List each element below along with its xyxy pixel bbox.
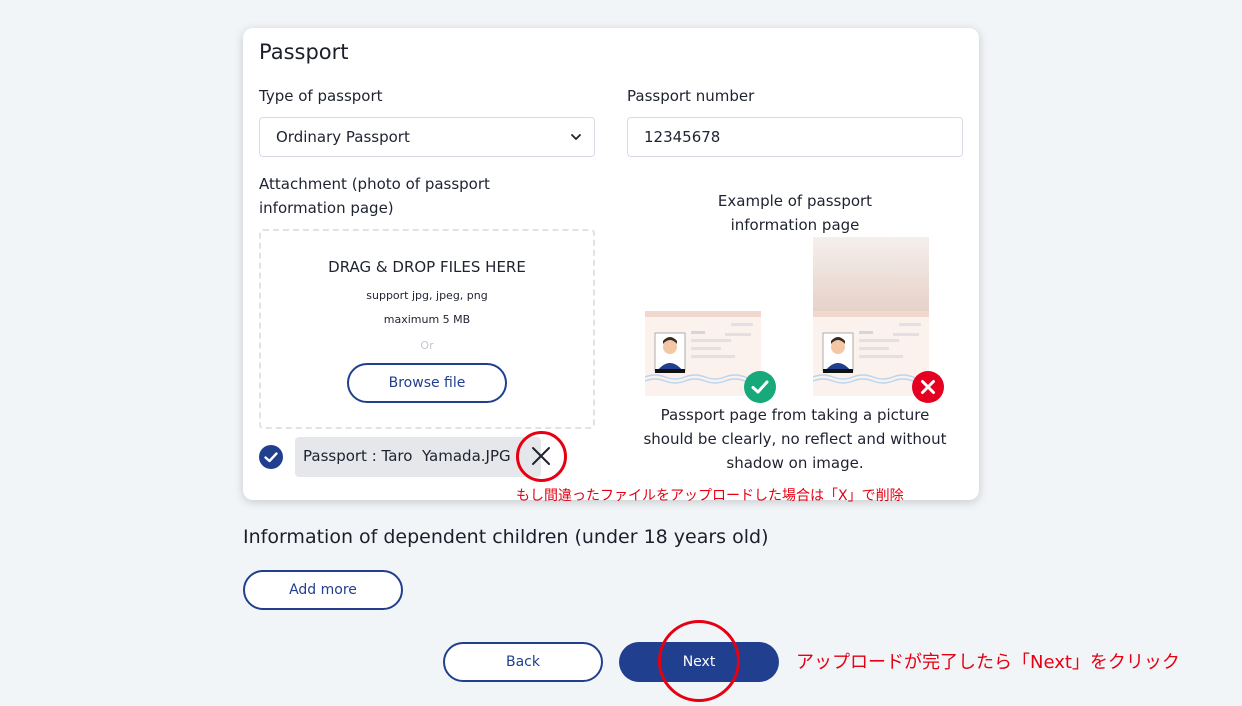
passport-card: Passport Type of passport Ordinary Passp… <box>243 28 979 500</box>
attachment-label-line1: Attachment (photo of passport <box>259 175 490 193</box>
check-icon <box>751 380 769 394</box>
remove-annotation-ring <box>516 431 567 482</box>
ok-badge-icon <box>744 371 776 403</box>
dropzone-title: DRAG & DROP FILES HERE <box>328 258 526 276</box>
example-note-line2: should be clearly, no reflect and withou… <box>643 430 947 448</box>
example-note-line3: shadow on image. <box>726 454 864 472</box>
file-dropzone[interactable]: DRAG & DROP FILES HERE support jpg, jpeg… <box>259 229 595 429</box>
example-title-line1: Example of passport <box>717 192 873 210</box>
browse-file-button[interactable]: Browse file <box>347 363 507 403</box>
dropzone-or: Or <box>420 339 434 352</box>
example-note-line1: Passport page from taking a picture <box>660 406 930 424</box>
dropzone-max-size: maximum 5 MB <box>383 313 471 326</box>
uploaded-check-icon <box>259 445 283 469</box>
next-annotation-ring <box>658 620 740 702</box>
type-of-passport-label: Type of passport <box>259 87 383 105</box>
close-icon <box>921 380 935 394</box>
uploaded-file-name: Passport : Taro Yamada.JPG <box>303 447 511 465</box>
dropzone-support: support jpg, jpeg, png <box>366 289 488 302</box>
back-button[interactable]: Back <box>443 642 603 682</box>
passport-type-value: Ordinary Passport <box>276 128 410 146</box>
chevron-down-icon <box>571 134 581 140</box>
example-title-line2: information page <box>730 216 860 234</box>
add-more-button[interactable]: Add more <box>243 570 403 610</box>
remove-hint-annotation: もし間違ったファイルをアップロードした場合は「X」で削除 <box>516 488 904 504</box>
example-title: Example of passport information page <box>693 189 897 237</box>
passport-number-label: Passport number <box>627 87 755 105</box>
attachment-label-line2: information page) <box>259 199 394 217</box>
passport-type-select[interactable]: Ordinary Passport <box>259 117 595 157</box>
uploaded-file-chip: Passport : Taro Yamada.JPG <box>295 437 541 477</box>
ng-badge-icon <box>912 371 944 403</box>
passport-number-value: 12345678 <box>644 128 721 146</box>
card-title: Passport <box>259 40 349 64</box>
dependents-section-title: Information of dependent children (under… <box>243 526 769 548</box>
example-note: Passport page from taking a picture shou… <box>627 403 963 475</box>
check-icon <box>264 452 278 463</box>
next-hint-annotation: アップロードが完了したら「Next」をクリック <box>796 652 1180 673</box>
passport-number-input[interactable]: 12345678 <box>627 117 963 157</box>
